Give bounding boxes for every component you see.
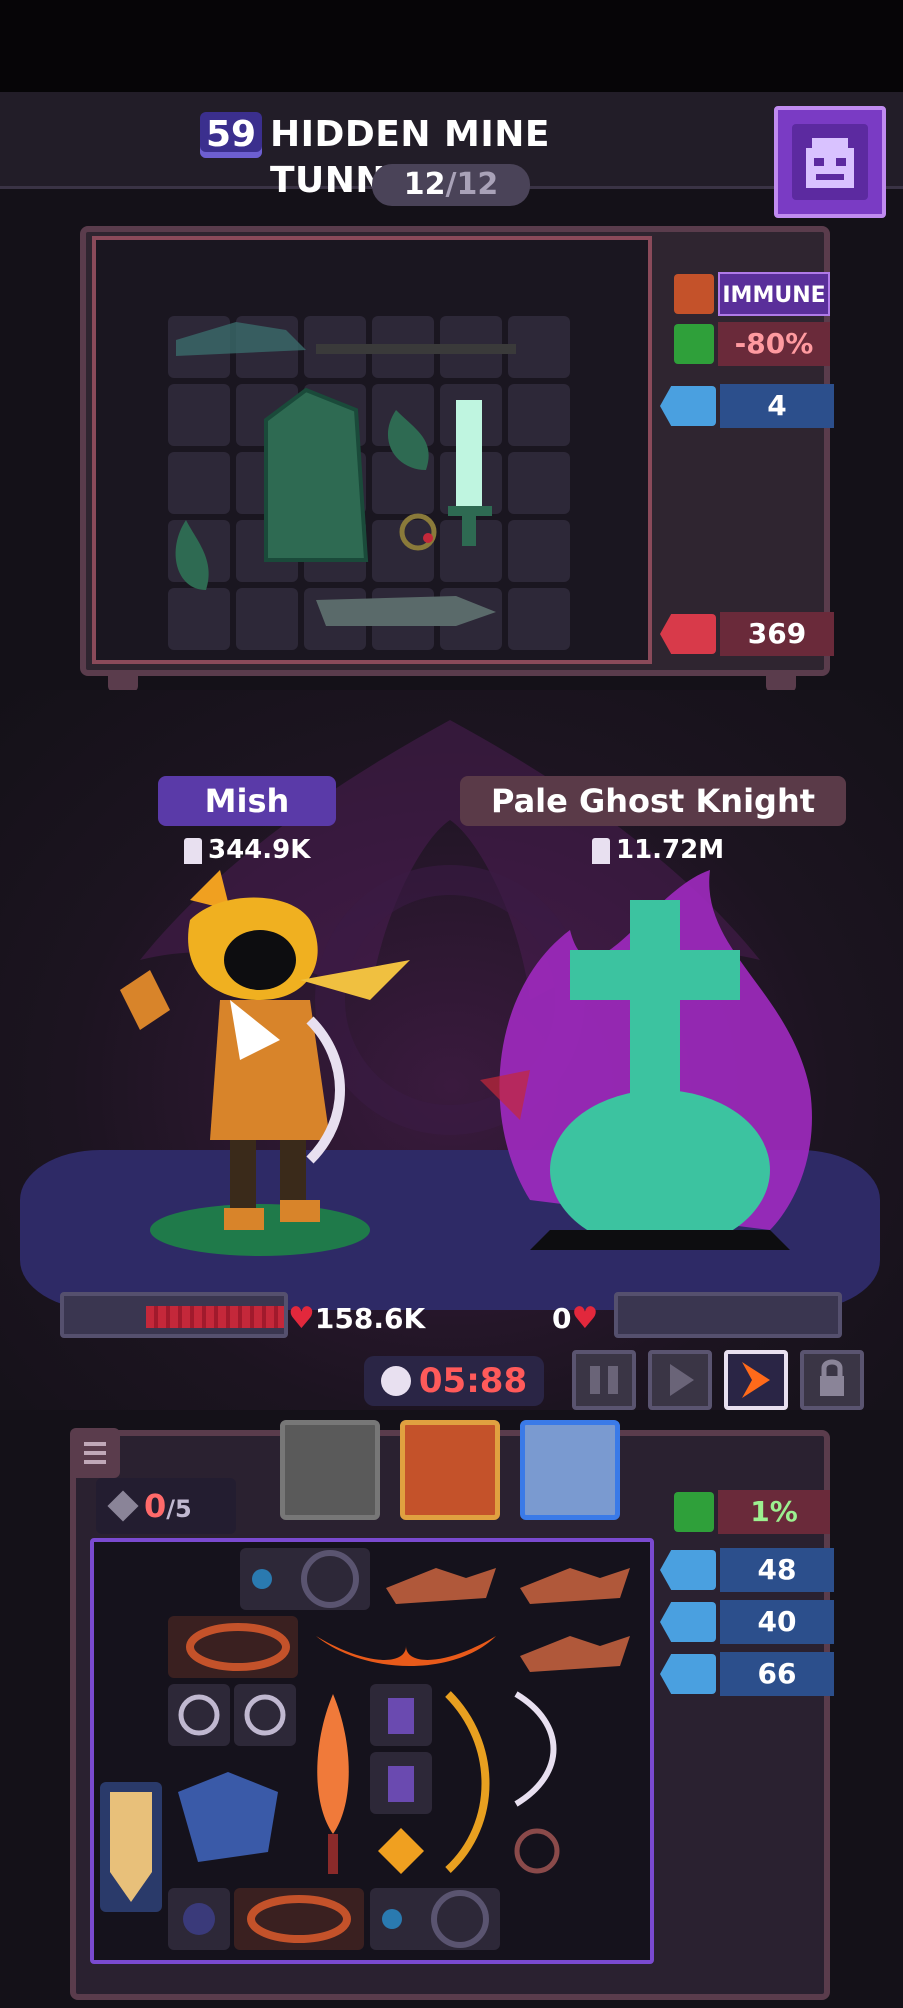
enemy-items-art [175,322,516,626]
play-button[interactable] [648,1350,712,1410]
potion-item[interactable] [370,1684,432,1746]
level-badge: 59 [200,112,262,158]
eye-icon [660,1602,716,1642]
enemy-health-stat: 369 [660,612,834,656]
player-regen-stat: 1% [674,1490,834,1534]
hero-hp-fill [146,1306,284,1328]
fast-forward-icon [742,1362,770,1398]
ring-item[interactable] [240,1548,370,1610]
heart-icon: ♥ [571,1301,599,1336]
boot-icon [660,1654,716,1694]
player-attack-stat: 48 [660,1548,834,1592]
fist-icon [660,1550,716,1590]
enemy-hp-bar [614,1292,842,1338]
pet-dragon-item[interactable] [168,1752,298,1882]
stage-title: HIDDEN MINE TUNNEL [270,114,550,201]
enemy-name-plate: Pale Ghost Knight [460,776,846,826]
heal-cross-icon [674,324,714,364]
menu-button[interactable] [70,1428,120,1478]
status-bar-area [0,0,903,92]
enemy-attack-stat: 4 [660,384,834,428]
skull-icon [380,1366,411,1396]
enemy-power-value: 11.72M [616,835,725,865]
character-slot-3[interactable] [520,1420,620,1520]
fast-forward-button[interactable] [724,1350,788,1410]
hero-name-plate: Mish [158,776,336,826]
backpack-button[interactable] [774,106,886,218]
boots-item[interactable] [510,1616,640,1678]
flame-icon [674,274,714,314]
wave-total: 12 [456,167,499,202]
lock-button[interactable] [800,1350,864,1410]
sword-icon [592,837,610,864]
hero-hp-bar [60,1292,288,1338]
fire-wings-item[interactable] [306,1616,506,1678]
backpack-icon [792,124,868,200]
hero-sprite [120,870,410,1256]
gem-icon [107,1490,139,1522]
ring-item[interactable] [234,1684,296,1746]
pause-icon [590,1366,618,1394]
bow-item[interactable] [506,1684,568,1814]
gem-item[interactable] [370,1820,432,1882]
boots-item[interactable] [376,1548,506,1610]
heal-cross-icon [674,1492,714,1532]
player-inventory-grid [90,1538,654,1964]
enemy-immune-stat: IMMUNE [674,272,834,316]
enemy-reduction-stat: -80% [674,322,834,366]
rope-item[interactable] [234,1888,364,1950]
moon-item[interactable] [168,1888,230,1950]
torch-item[interactable] [302,1684,364,1880]
rope-item[interactable] [168,1616,298,1678]
wave-current: 12 [403,167,446,202]
slot-counter: 0/5 [96,1478,236,1534]
player-speed-stat: 66 [660,1652,834,1696]
enemy-power: 11.72M [592,832,762,868]
ring-item[interactable] [370,1888,500,1950]
heart-icon: ♥ [288,1301,315,1336]
hero-hp-text: ♥158.6K [288,1296,448,1342]
battle-timer: 05:88 [364,1356,544,1406]
wave-separator: / [445,167,457,202]
play-icon [670,1364,694,1396]
menu-icon [84,1442,106,1464]
shield-item[interactable] [100,1782,162,1912]
lock-icon [820,1359,844,1396]
fire-bow-item[interactable] [438,1684,500,1880]
enemy-hp-text: 0♥ [552,1296,612,1342]
ring-item[interactable] [168,1684,230,1746]
fist-icon [660,386,716,426]
pause-button[interactable] [572,1350,636,1410]
potion-item[interactable] [370,1752,432,1814]
wave-counter: 12/12 [372,164,530,206]
character-slot-2[interactable] [400,1420,500,1520]
character-slot-1[interactable] [280,1420,380,1520]
enemy-inventory-grid [92,236,652,664]
boots-item[interactable] [510,1548,640,1610]
player-defense-stat: 40 [660,1600,834,1644]
heart-icon [660,614,716,654]
target-item[interactable] [506,1820,568,1882]
enemy-ghost-sprite [480,870,812,1250]
